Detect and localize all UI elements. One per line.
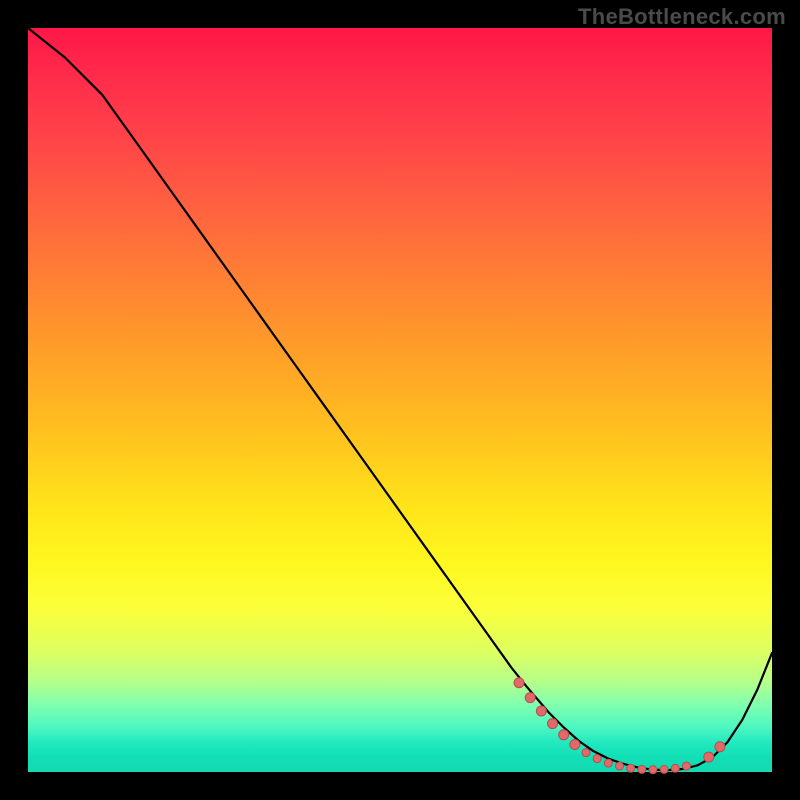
curve-marker <box>671 764 679 772</box>
curve-marker <box>514 678 524 688</box>
curve-marker <box>649 766 657 774</box>
plot-area <box>28 28 772 772</box>
bottleneck-curve <box>28 28 772 770</box>
curve-marker <box>627 764 635 772</box>
curve-marker <box>704 752 714 762</box>
chart-frame: TheBottleneck.com <box>0 0 800 800</box>
curve-marker <box>570 739 580 749</box>
curve-marker <box>559 730 569 740</box>
curve-marker <box>593 755 601 763</box>
curve-svg <box>28 28 772 772</box>
curve-marker <box>682 762 690 770</box>
curve-markers <box>514 678 725 774</box>
curve-marker <box>615 762 623 770</box>
curve-marker <box>548 719 558 729</box>
curve-marker <box>604 759 612 767</box>
curve-marker <box>638 765 646 773</box>
watermark-text: TheBottleneck.com <box>578 4 786 30</box>
curve-marker <box>582 749 590 757</box>
curve-marker <box>660 765 668 773</box>
curve-marker <box>715 742 725 752</box>
curve-marker <box>536 706 546 716</box>
curve-marker <box>525 693 535 703</box>
